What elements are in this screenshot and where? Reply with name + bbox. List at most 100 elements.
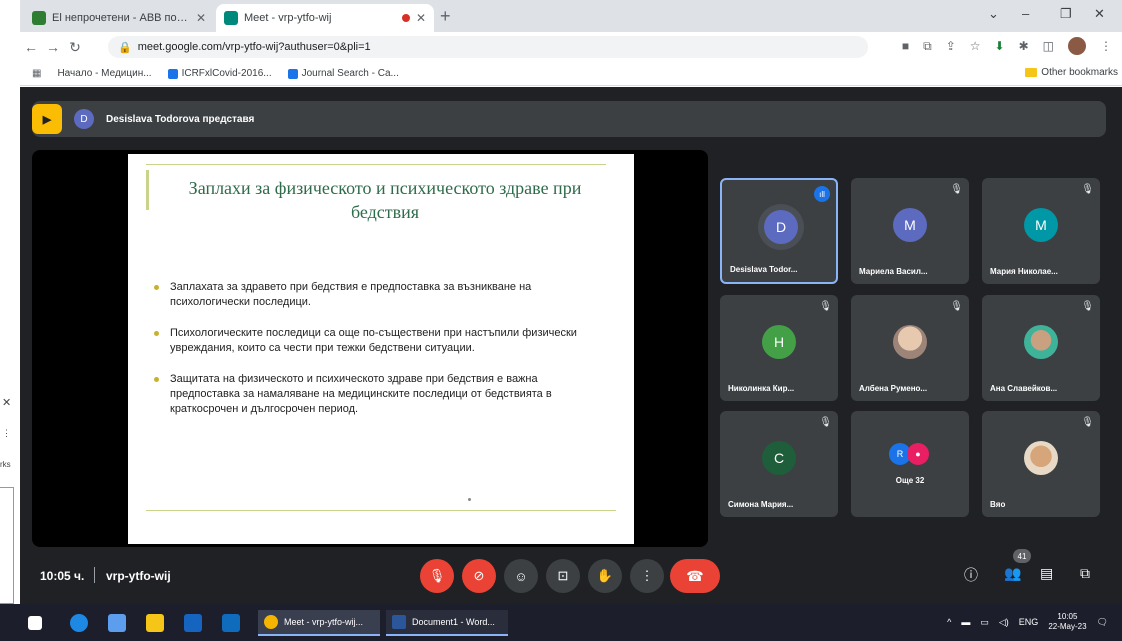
bookmark-item[interactable]: Начало - Медицин...	[57, 68, 151, 79]
background-panel	[0, 487, 14, 604]
file-explorer-icon[interactable]	[146, 614, 164, 632]
close-window-button[interactable]: ✕	[1094, 6, 1105, 22]
language-indicator[interactable]: ENG	[1019, 617, 1039, 627]
participant-photo	[1024, 325, 1058, 359]
taskbar-app-label: Document1 - Word...	[412, 617, 495, 627]
notifications-icon[interactable]: 🗨︎	[1097, 617, 1108, 628]
bookmark-icon	[167, 68, 178, 79]
more-options-button[interactable]: ⋮	[630, 559, 664, 593]
mic-off-icon: 🎙︎	[1081, 417, 1094, 428]
new-tab-button[interactable]: +	[440, 6, 451, 27]
tab-meet[interactable]: Meet - vrp-ytfo-wij ✕	[216, 4, 434, 32]
volume-icon[interactable]: ◁)	[999, 617, 1009, 628]
participant-tile[interactable]: ıll D Desislava Todor...	[720, 178, 838, 284]
minimize-button[interactable]: –	[1022, 6, 1029, 21]
taskbar-app-word[interactable]: Document1 - Word...	[386, 610, 508, 636]
chat-icon[interactable]: ▤	[1040, 565, 1053, 582]
profile-avatar[interactable]	[1068, 37, 1086, 55]
meet-window: ▶ D Desislava Todorova представя Заплахи…	[20, 87, 1122, 604]
camera-icon[interactable]: ■	[902, 39, 909, 53]
download-icon[interactable]: ⬇	[995, 39, 1005, 53]
forward-icon[interactable]: →	[42, 39, 64, 55]
people-icon[interactable]: 👥	[1004, 565, 1021, 582]
mic-toggle-button[interactable]: 🎙︎	[420, 559, 454, 593]
participant-tile[interactable]: 🎙︎ C Симона Мария...	[720, 411, 838, 517]
translate-icon[interactable]: ⧉	[923, 39, 932, 54]
more-icon[interactable]: ⋮	[1100, 39, 1112, 53]
participant-tile[interactable]: 🎙︎ H Николинка Кир...	[720, 295, 838, 401]
browser-window: El непрочетени - ABB поща ✕ Meet - vrp-y…	[20, 0, 1122, 604]
star-icon[interactable]: ☆	[970, 39, 981, 53]
participant-tile[interactable]: 🎙︎ Вяо	[982, 411, 1100, 517]
meeting-code: vrp-ytfo-wij	[106, 569, 171, 583]
slide-bullet: Психологическите последици са още по-същ…	[154, 326, 600, 356]
skype-icon[interactable]	[184, 614, 202, 632]
participant-count-badge: 41	[1013, 549, 1031, 563]
activities-icon[interactable]: ⧉	[1080, 565, 1090, 582]
chrome-icon	[264, 615, 278, 629]
tab-title: El непрочетени - ABB поща	[52, 12, 190, 24]
bookmark-item[interactable]: ICRFxlCovid-2016...	[167, 68, 272, 79]
apps-icon[interactable]: ▦	[32, 68, 41, 79]
others-tile[interactable]: R ● Още 32	[851, 411, 969, 517]
close-tab-icon[interactable]: ✕	[416, 11, 426, 25]
bookmark-label: Journal Search - Ca...	[301, 68, 399, 79]
bookmark-item[interactable]: Journal Search - Ca...	[287, 68, 399, 79]
browser-toolbar: ← → ↻ 🔒 meet.google.com/vrp-ytfo-wij?aut…	[20, 32, 1122, 62]
others-count-label: Още 32	[895, 476, 925, 485]
participant-tile[interactable]: 🎙︎ Албена Румено...	[851, 295, 969, 401]
start-icon[interactable]	[28, 616, 42, 630]
others-avatars: R ●	[889, 443, 929, 465]
extensions-icon[interactable]: ✱	[1019, 39, 1029, 53]
slide-bullet: Защитата на физическото и психическото з…	[154, 372, 600, 417]
maximize-button[interactable]: ❐	[1060, 6, 1072, 22]
participant-name: Мария Николае...	[990, 267, 1058, 276]
participant-name: Вяо	[990, 500, 1006, 509]
reload-icon[interactable]: ↻	[64, 39, 86, 56]
close-icon[interactable]: ✕	[2, 396, 11, 409]
camera-toggle-button[interactable]: ⊘	[462, 559, 496, 593]
end-call-button[interactable]: ☎	[670, 559, 720, 593]
address-bar[interactable]: 🔒 meet.google.com/vrp-ytfo-wij?authuser=…	[108, 36, 868, 58]
mic-off-icon: 🎙︎	[1081, 184, 1094, 195]
participant-name: Николинка Кир...	[728, 384, 795, 393]
clock[interactable]: 10:05 22-May-23	[1048, 612, 1086, 632]
meet-logo-icon: ▶	[32, 104, 62, 134]
chevron-up-icon[interactable]: ^	[947, 617, 951, 627]
slide-accent-bar	[146, 170, 149, 210]
other-bookmarks[interactable]: Other bookmarks	[1025, 67, 1118, 78]
slide-dot	[468, 498, 471, 501]
share-icon[interactable]: ⇪	[946, 39, 956, 53]
participant-avatar: H	[762, 325, 796, 359]
store-icon[interactable]	[108, 614, 126, 632]
divider	[94, 567, 95, 583]
participant-tile[interactable]: 🎙︎ Ана Славейков...	[982, 295, 1100, 401]
background-text-fragment: rks	[0, 460, 11, 469]
edge-icon[interactable]	[70, 614, 88, 632]
raise-hand-button[interactable]: ✋	[588, 559, 622, 593]
battery-icon[interactable]: ▭	[980, 617, 989, 628]
participant-name: Мариела Васил...	[859, 267, 928, 276]
lock-icon: 🔒	[118, 41, 132, 54]
tab-search-icon[interactable]: ⌄	[988, 6, 999, 22]
back-icon[interactable]: ←	[20, 39, 42, 55]
bookmark-icon	[287, 68, 298, 79]
present-button[interactable]: ⊡	[546, 559, 580, 593]
taskbar-app-chrome[interactable]: Meet - vrp-ytfo-wij...	[258, 610, 380, 636]
mic-off-icon: 🎙︎	[819, 417, 832, 428]
meet-control-bar: 10:05 ч. vrp-ytfo-wij 🎙︎ ⊘ ☺ ⊡ ✋ ⋮ ☎ ⓘ 4…	[20, 549, 1122, 604]
mail-taskbar-icon[interactable]	[222, 614, 240, 632]
meeting-time: 10:05 ч.	[40, 569, 85, 583]
participant-tile[interactable]: 🎙︎ M Мария Николае...	[982, 178, 1100, 284]
close-tab-icon[interactable]: ✕	[196, 11, 206, 25]
info-icon[interactable]: ⓘ	[964, 565, 978, 585]
slide-rule-bottom	[146, 510, 616, 511]
windows-taskbar: Meet - vrp-ytfo-wij... Document1 - Word.…	[0, 604, 1122, 641]
mic-off-icon: 🎙︎	[950, 301, 963, 312]
sidepanel-icon[interactable]: ◫	[1043, 39, 1054, 53]
participant-tile[interactable]: 🎙︎ M Мариела Васил...	[851, 178, 969, 284]
network-icon[interactable]: ▬	[961, 617, 970, 627]
tab-mail[interactable]: El непрочетени - ABB поща ✕	[24, 4, 214, 32]
captions-button[interactable]: ☺	[504, 559, 538, 593]
mic-off-icon: 🎙︎	[1081, 301, 1094, 312]
